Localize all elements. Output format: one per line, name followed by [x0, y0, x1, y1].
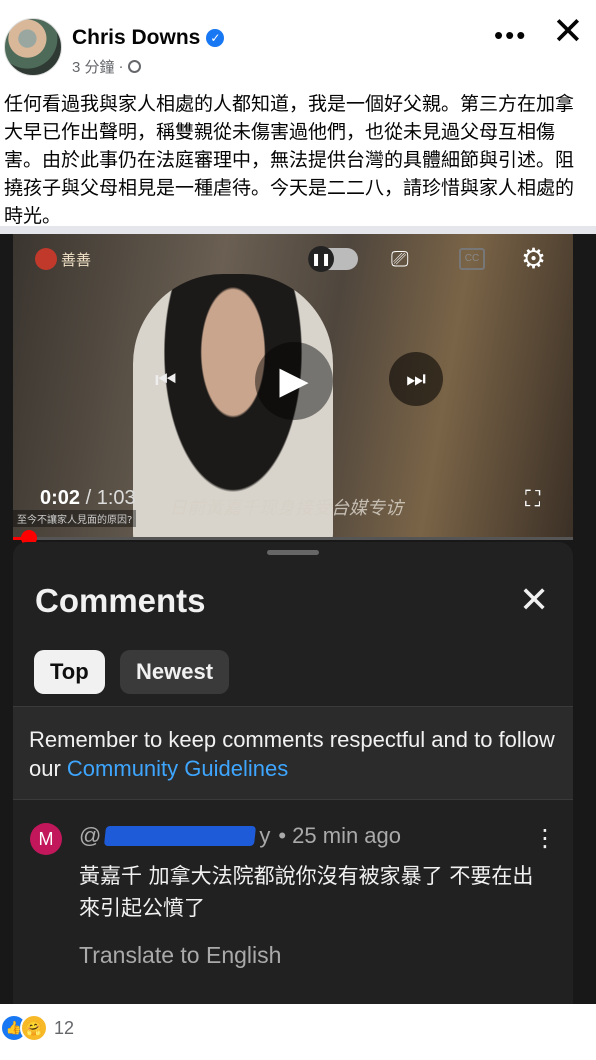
author-name[interactable]: Chris Downs [72, 26, 200, 50]
previous-icon[interactable]: ⏮ [155, 367, 177, 395]
globe-icon [127, 60, 141, 73]
tab-top[interactable]: Top [34, 650, 105, 694]
author-name-row: Chris Downs ✓ [72, 26, 225, 50]
comment-body: 黃嘉千 加拿大法院都說你沒有被家暴了 不要在出來引起公憤了 [79, 864, 534, 920]
burned-caption: 至今不讓家人見面的原因? [13, 510, 137, 527]
comment-handle-suffix: y [259, 823, 271, 848]
video-player[interactable]: 善善 ❚❚ ⎚ CC ⚙ ⏮ ▶ ⏭ 0:02 / 1:03 日前黃嘉千现身接受… [13, 234, 573, 540]
author-avatar[interactable] [4, 18, 62, 76]
channel-logo: 善善 [35, 248, 91, 270]
play-button[interactable]: ▶ [255, 342, 333, 420]
tab-newest[interactable]: Newest [120, 650, 230, 694]
guidelines-notice: Remember to keep comments respectful and… [13, 706, 573, 800]
verified-badge-icon: ✓ [206, 29, 225, 47]
divider [0, 226, 596, 234]
autoplay-toggle[interactable]: ❚❚ [308, 246, 358, 272]
fullscreen-icon[interactable]: ⛶ [525, 486, 540, 512]
cast-icon[interactable]: ⎚ [391, 246, 409, 272]
commenter-avatar[interactable]: M [30, 823, 62, 855]
captions-icon[interactable]: CC [459, 248, 485, 270]
post-header: Chris Downs ✓ 3 分鐘 · ••• ✕ [0, 0, 596, 88]
comment-header: @ y • 25 min ago [79, 823, 401, 849]
pause-icon: ❚❚ [308, 246, 334, 272]
post-text: 任何看過我與家人相處的人都知道，我是一個好父親。第三方在加拿大早已作出聲明，稱雙… [4, 93, 575, 227]
guidelines-link[interactable]: Community Guidelines [67, 756, 288, 781]
logo-mark-icon [35, 248, 57, 270]
close-comments-icon[interactable]: ✕ [519, 580, 549, 620]
gear-icon[interactable]: ⚙ [521, 242, 546, 275]
comment-handle-prefix[interactable]: @ [79, 823, 101, 849]
duration: / 1:03 [85, 487, 136, 509]
meta-separator: · [118, 58, 124, 75]
comment-time: • 25 min ago [278, 823, 402, 848]
close-icon[interactable]: ✕ [552, 12, 584, 52]
more-dots-icon[interactable]: ••• [494, 20, 527, 51]
burned-subtitle: 日前黃嘉千现身接受台媒专访 [169, 498, 403, 519]
time-readout: 0:02 / 1:03 [40, 487, 136, 510]
comments-title: Comments [35, 582, 206, 619]
translate-link[interactable]: Translate to English [79, 942, 281, 969]
care-icon: 🤗 [20, 1014, 48, 1042]
logo-text: 善善 [61, 251, 92, 269]
progress-bar[interactable] [13, 537, 573, 540]
comment-menu-icon[interactable]: ⋮ [533, 824, 557, 853]
embedded-screenshot[interactable]: 善善 ❚❚ ⎚ CC ⚙ ⏮ ▶ ⏭ 0:02 / 1:03 日前黃嘉千现身接受… [0, 234, 596, 1004]
reactions-bar[interactable]: 👍 🤗 12 [0, 1014, 74, 1042]
next-icon[interactable]: ⏭ [389, 352, 443, 406]
notice-text: Remember to keep comments respectful and… [29, 725, 559, 783]
redaction-mark [104, 826, 257, 846]
comments-sheet: Comments ✕ Top Newest Remember to keep c… [13, 542, 573, 1004]
drag-handle[interactable] [267, 550, 319, 555]
post-time[interactable]: 3 分鐘 [72, 56, 115, 77]
current-time: 0:02 [40, 487, 81, 509]
post-meta: 3 分鐘 · [72, 56, 141, 77]
reaction-count[interactable]: 12 [54, 1018, 74, 1039]
